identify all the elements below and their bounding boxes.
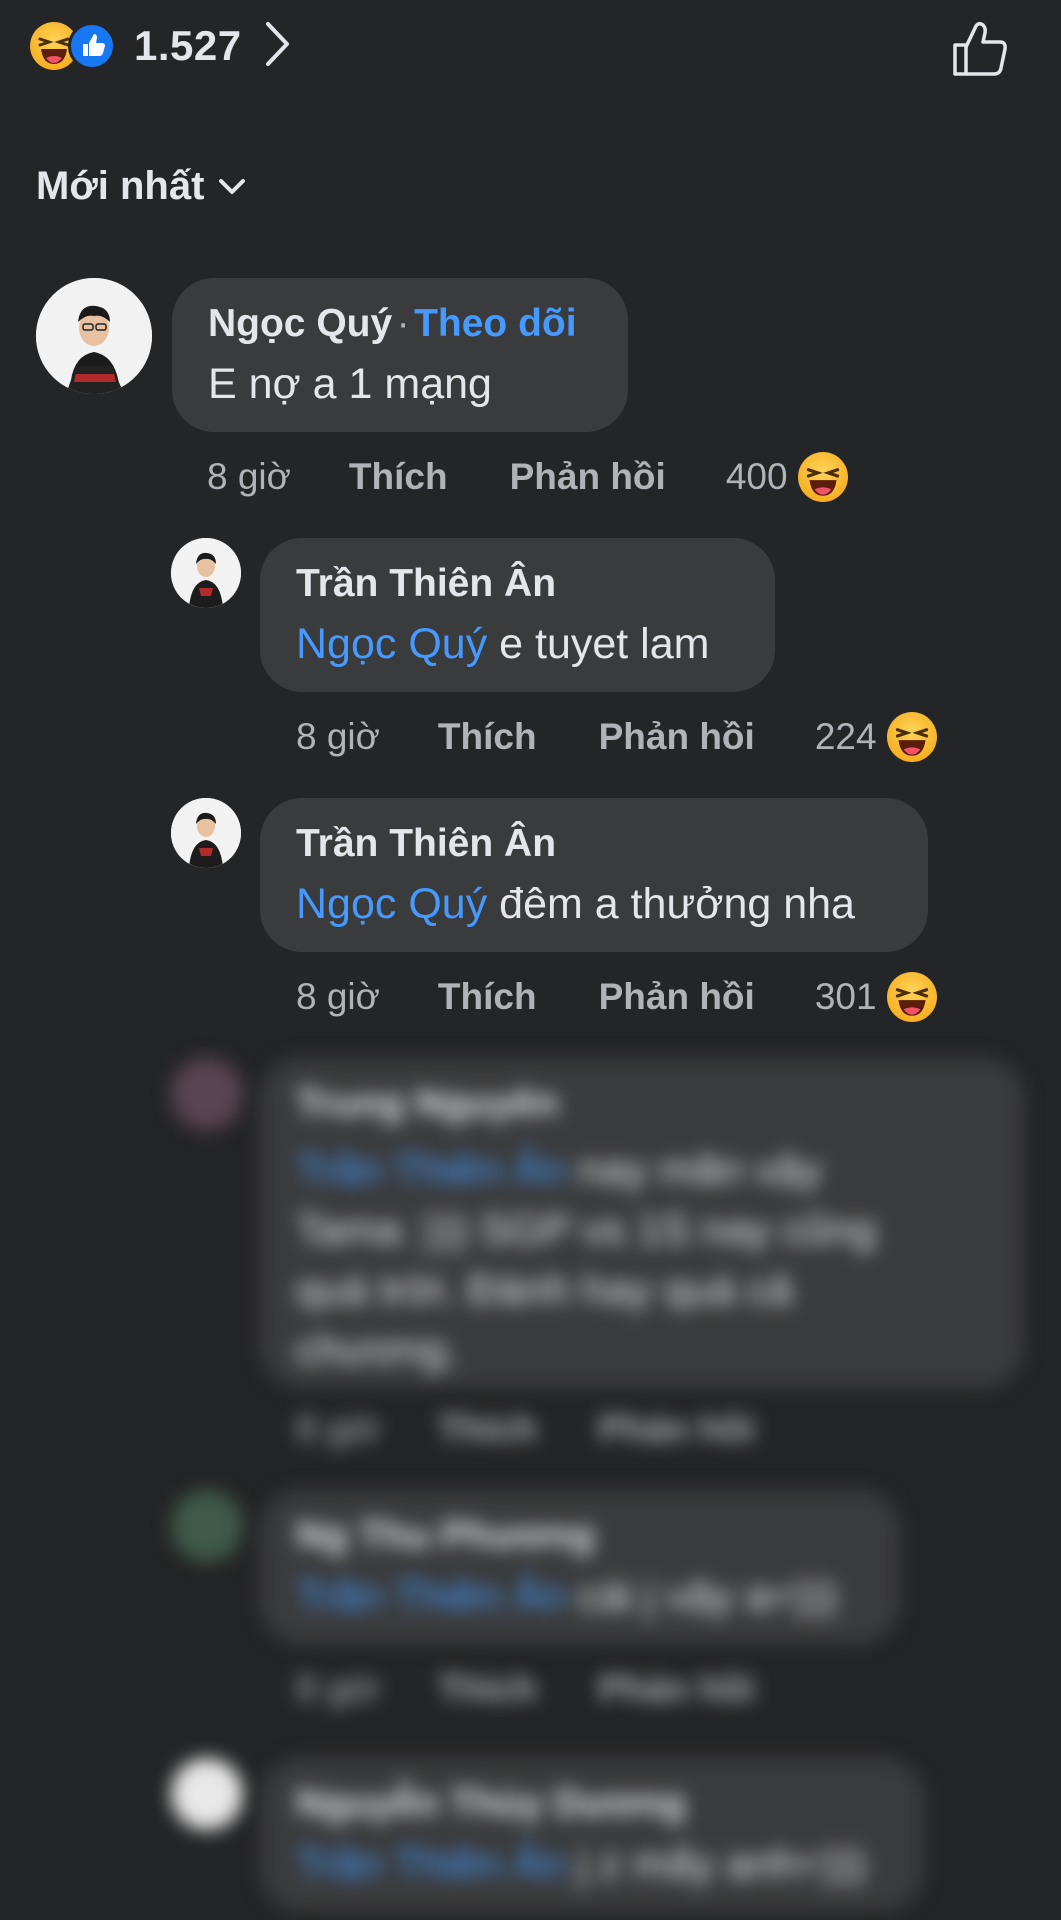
reply-text: Ngọc Quý e tuyet lam <box>296 620 709 669</box>
thumbs-up-icon <box>953 21 1007 76</box>
reply-bubble: Trung Nguyên Trần Thiên Ân nay mãn vậy T… <box>260 1058 1024 1388</box>
like-action[interactable]: Thích <box>438 1668 537 1710</box>
comment-text: E nợ a 1 mạng <box>208 360 492 408</box>
haha-emoji-icon <box>797 452 848 502</box>
reply-body-line: chương. <box>296 1326 459 1374</box>
chevron-right-icon[interactable] <box>262 19 292 74</box>
avatar[interactable] <box>171 538 241 608</box>
reaction-count[interactable]: 400 <box>726 456 788 498</box>
haha-emoji-icon <box>886 712 937 762</box>
reply-author[interactable]: Ng Thu Phương <box>296 1514 595 1558</box>
reply-time[interactable]: 8 giờ <box>296 976 380 1018</box>
chevron-down-icon <box>219 178 246 194</box>
reply-author[interactable]: Trung Nguyên <box>296 1082 558 1126</box>
follow-link[interactable]: Theo dõi <box>414 302 576 345</box>
user-photo-icon <box>171 798 241 868</box>
like-action[interactable]: Thích <box>438 716 537 758</box>
haha-emoji-icon <box>886 972 937 1022</box>
mention-link[interactable]: Trần Thiên Ân <box>296 1572 566 1620</box>
reply-author[interactable]: Trần Thiên Ân <box>296 822 556 866</box>
reply-body-line: nay mãn vậy <box>566 1146 822 1194</box>
reply-text: Trần Thiên Ân cái j vậy a=))) <box>296 1572 837 1621</box>
like-action[interactable]: Thích <box>349 456 448 498</box>
reply-action[interactable]: Phản hồi <box>510 456 666 498</box>
sort-dropdown[interactable]: Mới nhất <box>36 164 246 209</box>
reply-action[interactable]: Phản hồi <box>599 976 755 1018</box>
like-action[interactable]: Thích <box>438 1408 537 1450</box>
like-action[interactable]: Thích <box>438 976 537 1018</box>
user-photo-icon <box>36 278 152 394</box>
reply-action[interactable]: Phản hồi <box>599 1408 755 1450</box>
comment-author[interactable]: Ngọc Quý <box>208 302 392 345</box>
reply-text: Ngọc Quý đêm a thưởng nha <box>296 880 855 929</box>
comment-time[interactable]: 8 giờ <box>207 456 291 498</box>
separator-dot: · <box>396 302 410 345</box>
avatar[interactable] <box>171 1058 243 1130</box>
reply-body: e tuyet lam <box>487 620 710 668</box>
avatar[interactable] <box>171 1490 243 1562</box>
reply-actions: 8 giờ Thích Phản hồi <box>296 1408 755 1450</box>
reply-time[interactable]: 8 giờ <box>296 1668 380 1710</box>
mention-link[interactable]: Ngọc Quý <box>296 620 487 668</box>
reply-bubble: Trần Thiên Ân Ngọc Quý e tuyet lam <box>260 538 775 692</box>
mention-link[interactable]: Ngọc Quý <box>296 880 487 928</box>
reply-text: Trần Thiên Ân nay mãn vậy Tama :))) SGP … <box>296 1140 876 1380</box>
reaction-count[interactable]: 224 <box>815 716 877 758</box>
sort-label: Mới nhất <box>36 164 205 208</box>
like-button[interactable] <box>949 18 1011 85</box>
reply-bubble: Ng Thu Phương Trần Thiên Ân cái j vậy a=… <box>260 1490 900 1644</box>
avatar[interactable] <box>171 798 241 868</box>
reply-time[interactable]: 8 giờ <box>296 716 380 758</box>
reply-body-line: quá trời. Đánh hay quá cả <box>296 1266 793 1314</box>
avatar[interactable] <box>171 1758 243 1830</box>
comment-bubble: Ngọc Quý · Theo dõi E nợ a 1 mạng <box>172 278 628 432</box>
reply-action[interactable]: Phản hồi <box>599 716 755 758</box>
like-emoji-icon <box>68 22 116 70</box>
mention-link[interactable]: Trần Thiên Ân <box>296 1840 566 1888</box>
reaction-summary[interactable]: 1.527 <box>30 18 292 74</box>
mention-link[interactable]: Trần Thiên Ân <box>296 1146 566 1194</box>
reply-text: Trần Thiên Ân j z mấy anh=))) <box>296 1840 866 1889</box>
reply-bubble: Nguyễn Thùy Dương Trần Thiên Ân j z mấy … <box>260 1758 924 1912</box>
user-photo-icon <box>171 538 241 608</box>
reply-action[interactable]: Phản hồi <box>599 1668 755 1710</box>
reply-body: đêm a thưởng nha <box>487 880 855 928</box>
reply-bubble: Trần Thiên Ân Ngọc Quý đêm a thưởng nha <box>260 798 928 952</box>
reply-body: j z mấy anh=))) <box>566 1840 866 1888</box>
reply-body: cái j vậy a=))) <box>566 1572 838 1620</box>
reply-actions: 8 giờ Thích Phản hồi <box>296 1668 755 1710</box>
reaction-count[interactable]: 301 <box>815 976 877 1018</box>
reply-actions: 8 giờ Thích Phản hồi 301 <box>296 972 937 1022</box>
comment-actions: 8 giờ Thích Phản hồi 400 <box>207 452 848 502</box>
reply-author[interactable]: Trần Thiên Ân <box>296 562 556 606</box>
avatar[interactable] <box>36 278 152 394</box>
reply-author[interactable]: Nguyễn Thùy Dương <box>296 1782 686 1826</box>
reply-time[interactable]: 8 giờ <box>296 1408 380 1450</box>
reply-body-line: Tama :))) SGP vs 1S nay cũng <box>296 1206 876 1254</box>
reaction-total: 1.527 <box>134 22 242 69</box>
reply-actions: 8 giờ Thích Phản hồi 224 <box>296 712 937 762</box>
